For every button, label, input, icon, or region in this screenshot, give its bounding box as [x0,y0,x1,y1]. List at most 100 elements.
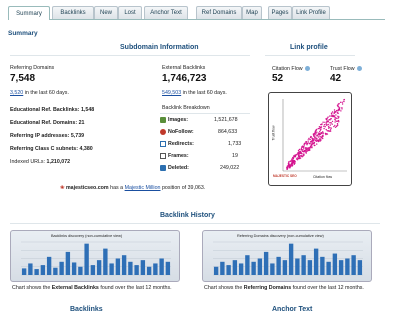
tab-new[interactable]: New [94,6,118,19]
tab-map[interactable]: Map [242,6,262,19]
scatter-point [316,128,318,131]
tab-pages[interactable]: Pages [268,6,292,19]
scatter-point [305,142,307,145]
scatter-point [313,144,315,147]
chart-bar [213,266,219,275]
tab-anchor-text[interactable]: Anchor Text [144,6,188,19]
deleted-icon [160,165,166,171]
ribbon-icon: ❀ [60,185,65,191]
majestic-million-line: ❀ majesticseo.com has a Majestic Million… [60,185,206,191]
chart-bar [28,263,33,275]
chart-bar [345,258,350,275]
scatter-point [341,101,343,103]
info-icon[interactable] [356,66,362,72]
scatter-point [337,119,340,122]
chart-bar [34,269,39,275]
scatter-point [327,123,329,126]
scatter-point [331,111,334,113]
subdomain-info-title: Subdomain Information [120,44,199,51]
ref-domains-recent-link[interactable]: 3,520 [10,90,23,96]
backlinks-chart[interactable]: Backlinks discovery (non-cumulative view… [10,230,180,282]
external-backlinks-label: External Backlinks [162,65,206,71]
scatter-point [320,127,322,129]
scatter-point [305,147,308,149]
scatter-point [331,115,333,117]
tab-link-profile[interactable]: Link Profile [292,6,330,19]
stat-indexed-urls: Indexed URLs: 1,210,072 [10,159,71,165]
scatter-point [320,139,322,142]
divider [160,113,250,114]
chart-bar [134,265,139,275]
chart-bar [21,268,27,275]
scatter-point [313,139,315,142]
scatter-point [308,142,311,145]
breakdown-frames-label: Frames: [168,153,189,159]
scatter-point [288,163,290,165]
ext-backlinks-recent: 549,503 in the last 60 days. [162,90,227,96]
backlinks-bar-chart [21,241,171,276]
scatter-point [322,132,324,134]
backlinks-section-title: Backlinks [70,306,103,313]
scatter-point [286,165,289,167]
tab-backlinks[interactable]: Backlinks [52,6,94,19]
chart-bar [40,265,46,275]
scatter-point [326,124,328,126]
breakdown-images-value: 1,521,678 [214,117,238,123]
divider [265,55,355,56]
breakdown-redirects-label: Redirects: [168,141,194,147]
ext-backlinks-recent-link[interactable]: 549,503 [162,90,181,96]
scatter-point [337,105,339,108]
ref-domains-recent: 3,520 in the last 60 days. [10,90,69,96]
tab-summary[interactable]: Summary [8,6,50,20]
chart-bar [165,261,171,275]
scatter-point [317,136,320,138]
scatter-point [328,130,331,132]
scatter-point [298,155,300,157]
scatter-point [343,99,345,101]
scatter-point [334,118,336,120]
scatter-point [300,149,303,151]
chart-bar [301,255,306,275]
chart-bar [103,248,108,275]
scatter-point [307,139,309,141]
scatter-point [333,112,336,114]
majestic-million-link[interactable]: Majestic Million [125,185,161,191]
breakdown-title: Backlink Breakdown [162,105,210,111]
scatter-point [303,154,305,156]
link-profile-scatter[interactable]: Trust flow Citation flow MAJESTIC SEO [268,92,352,186]
chart-bar [220,261,225,275]
scatter-point [301,155,303,157]
chart-bar [96,260,102,275]
scatter-point [295,154,297,157]
ref-domains-chart[interactable]: Referring Domains discovery (non-cumulat… [202,230,372,282]
scatter-point [322,135,324,138]
scatter-point [333,115,336,117]
scatter-point [327,116,329,118]
citation-flow-label: Citation Flow [272,66,310,72]
link-profile-title: Link profile [290,44,328,51]
scatter-point [314,134,316,136]
tab-ref-domains[interactable]: Ref Domains [196,6,242,19]
info-icon[interactable] [304,66,310,72]
stat-edu-domains: Educational Ref. Domains: 21 [10,120,85,126]
divider [10,223,380,224]
scatter-point [331,120,334,123]
tab-lost[interactable]: Lost [118,6,142,19]
divider [10,55,250,56]
ref-domains-bar-chart [213,241,363,276]
scatter-point [286,167,289,170]
stat-edu-backlinks: Educational Ref. Backlinks: 1,548 [10,107,95,113]
scatter-point [314,136,316,139]
scatter-point [289,160,291,163]
chart-bar [71,262,77,275]
backlinks-chart-title: Backlinks discovery (non-cumulative view… [51,234,123,238]
scatter-point [322,121,324,123]
chart-bar [320,256,325,275]
scatter-point [330,127,332,129]
anchor-text-section-title: Anchor Text [272,306,313,313]
breakdown-deleted-value: 249,022 [220,165,240,171]
breakdown-images-label: Images: [168,117,189,123]
scatter-ylabel: Trust flow [271,125,276,141]
scatter-point [313,143,315,145]
chart-bar [288,243,294,275]
